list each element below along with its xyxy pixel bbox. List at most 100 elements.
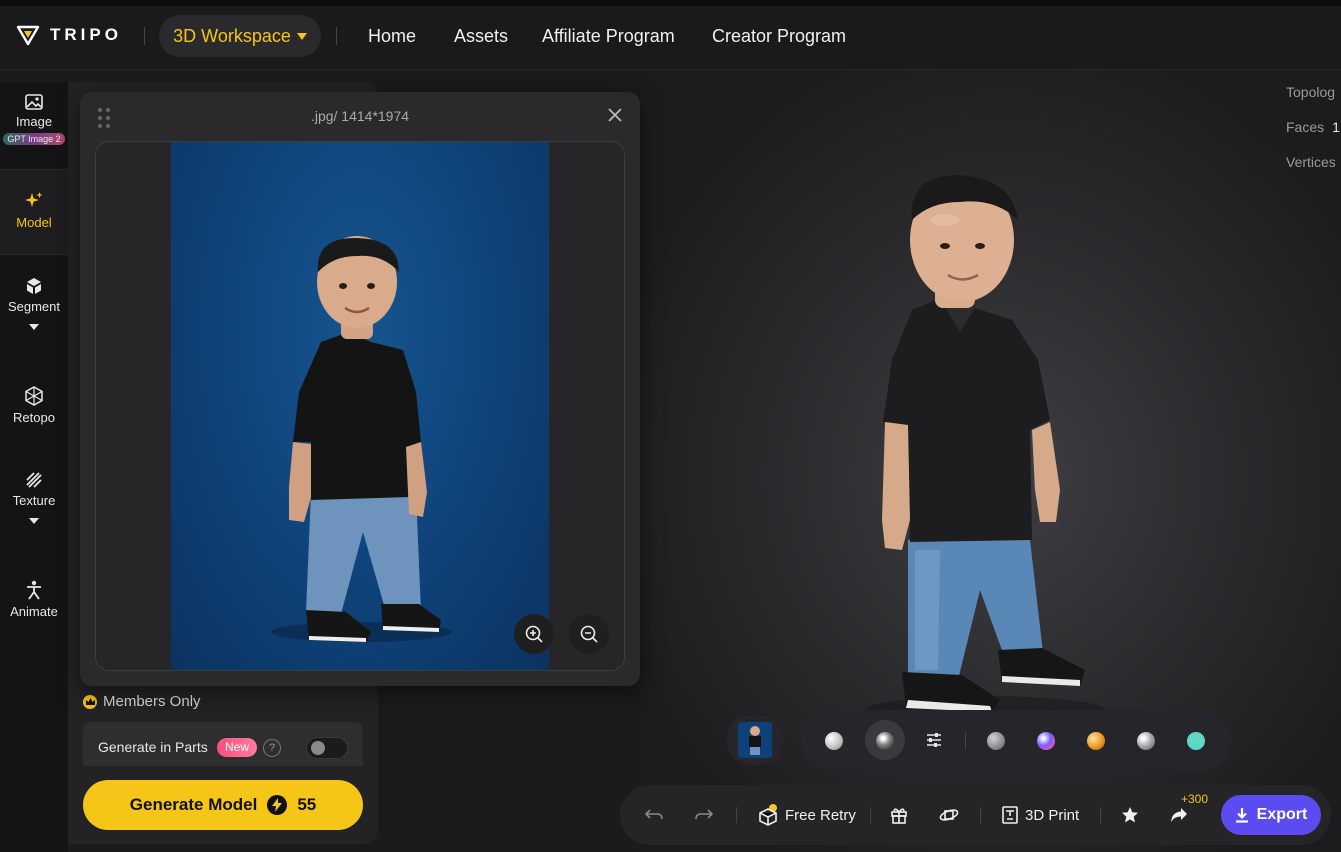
faces-value: 1 — [1332, 119, 1340, 135]
share-bonus-badge: +300 — [1181, 792, 1209, 806]
generate-model-button[interactable]: Generate Model 55 — [83, 780, 363, 830]
help-icon[interactable]: ? — [263, 739, 281, 757]
redo-icon — [695, 809, 714, 820]
undo-icon — [644, 809, 663, 820]
rail-item-image[interactable]: Image GPT Image 2 — [0, 94, 68, 145]
brand-name: TRIPO — [50, 25, 122, 44]
nav-assets[interactable]: Assets — [454, 26, 508, 47]
free-retry-label: Free Retry — [785, 806, 856, 824]
image-preview-popup: .jpg/ 1414*1974 — [80, 92, 640, 686]
top-bar: TRIPO 3D Workspace Home Assets Affiliate… — [0, 0, 1341, 70]
divider — [736, 807, 737, 823]
free-retry-button[interactable]: Free Retry — [757, 785, 856, 845]
action-toolbar: Free Retry 3D Print Export — [620, 785, 1331, 845]
new-badge: New — [217, 738, 258, 757]
export-button[interactable]: Export — [1221, 795, 1321, 835]
transform-button[interactable] — [938, 785, 960, 845]
rail-item-animate-label: Animate — [10, 604, 58, 619]
chevron-down-icon[interactable] — [29, 324, 39, 330]
printer-icon — [1002, 806, 1018, 824]
child-photo-figure — [271, 236, 451, 642]
gray-material-icon[interactable] — [987, 732, 1005, 750]
sparkle-icon — [25, 192, 43, 207]
nav-home[interactable]: Home — [368, 26, 416, 47]
iridescent-material-icon[interactable] — [1037, 732, 1055, 750]
material-toolbar — [801, 710, 1231, 770]
retry-box-icon — [759, 804, 777, 826]
clay-material-icon[interactable] — [825, 732, 843, 750]
generate-in-parts-card: Generate in Parts New ? — [83, 722, 363, 766]
generate-in-parts-label: Generate in Parts — [98, 739, 208, 755]
generate-cost: 55 — [297, 795, 317, 814]
cube-icon — [27, 278, 41, 294]
reference-thumbnail — [738, 722, 772, 758]
reference-thumbnail-button[interactable] — [727, 715, 783, 765]
generate-model-label: Generate Model — [129, 795, 258, 814]
rail-item-model[interactable]: Model — [0, 170, 68, 254]
3d-print-label: 3D Print — [1025, 806, 1080, 824]
gift-button[interactable] — [890, 785, 908, 845]
toggle-knob — [311, 741, 325, 755]
divider — [980, 807, 981, 823]
rail-item-animate[interactable]: Animate — [0, 580, 68, 619]
close-icon[interactable] — [606, 106, 624, 124]
adjust-sliders-icon[interactable] — [925, 731, 943, 749]
divider — [870, 807, 871, 823]
bolt-icon — [267, 795, 288, 815]
faces-stat: Faces 1 — [1286, 119, 1340, 135]
divider — [144, 27, 145, 45]
gift-icon — [891, 808, 907, 824]
rail-item-retopo[interactable]: Retopo — [0, 386, 68, 425]
image-icon — [25, 94, 43, 110]
silver-material-icon[interactable] — [1137, 732, 1155, 750]
zoom-out-button[interactable] — [569, 614, 609, 654]
rail-item-segment[interactable]: Segment — [0, 277, 68, 330]
faces-label: Faces — [1286, 119, 1325, 135]
divider — [1100, 807, 1101, 823]
nav-creator-program[interactable]: Creator Program — [712, 26, 846, 47]
tripo-logo[interactable]: TRIPO — [16, 24, 122, 46]
orbit-icon — [939, 809, 959, 821]
caret-down-icon — [296, 32, 307, 40]
divider — [965, 732, 966, 750]
divider — [336, 27, 337, 45]
download-icon — [1235, 808, 1248, 823]
teal-material-icon[interactable] — [1187, 732, 1205, 750]
nav-affiliate-program[interactable]: Affiliate Program — [542, 26, 675, 47]
rail-item-texture-label: Texture — [12, 493, 56, 508]
rail-item-segment-label: Segment — [7, 299, 61, 314]
chrome-material-icon[interactable] — [876, 732, 894, 750]
vertices-label: Vertices — [1286, 154, 1336, 170]
rail-item-retopo-label: Retopo — [13, 410, 55, 425]
workspace-dropdown[interactable]: 3D Workspace — [159, 15, 321, 57]
favorite-button[interactable] — [1121, 785, 1139, 845]
chevron-down-icon[interactable] — [29, 518, 39, 524]
rail-item-image-label: Image — [15, 114, 53, 129]
star-icon — [1122, 807, 1138, 823]
zoom-in-button[interactable] — [514, 614, 554, 654]
3d-print-button[interactable]: 3D Print — [1001, 785, 1079, 845]
image-info-title: .jpg/ 1414*1974 — [310, 108, 410, 124]
texture-icon — [26, 472, 42, 488]
figure-icon — [27, 580, 41, 600]
undo-button[interactable] — [644, 785, 664, 845]
redo-button[interactable] — [694, 785, 714, 845]
tripo-logo-icon — [16, 25, 40, 46]
tool-rail: Image GPT Image 2 Model Segment Retopo T… — [0, 82, 68, 852]
crown-icon — [83, 694, 97, 709]
window-strip — [0, 0, 1341, 6]
zoom-out-icon — [580, 625, 598, 643]
gold-material-icon[interactable] — [1087, 732, 1105, 750]
workspace-label: 3D Workspace — [173, 25, 291, 46]
zoom-in-icon — [525, 625, 543, 643]
image-frame — [95, 141, 625, 671]
rail-item-texture[interactable]: Texture — [0, 471, 68, 524]
share-icon — [1171, 808, 1187, 822]
members-only-text: Members Only — [103, 693, 201, 710]
uploaded-photo — [171, 142, 549, 670]
rail-divider — [0, 254, 68, 255]
generate-in-parts-toggle[interactable] — [306, 737, 348, 759]
members-only-label: Members Only — [83, 693, 201, 710]
export-label: Export — [1256, 806, 1308, 823]
mesh-icon — [25, 386, 43, 406]
